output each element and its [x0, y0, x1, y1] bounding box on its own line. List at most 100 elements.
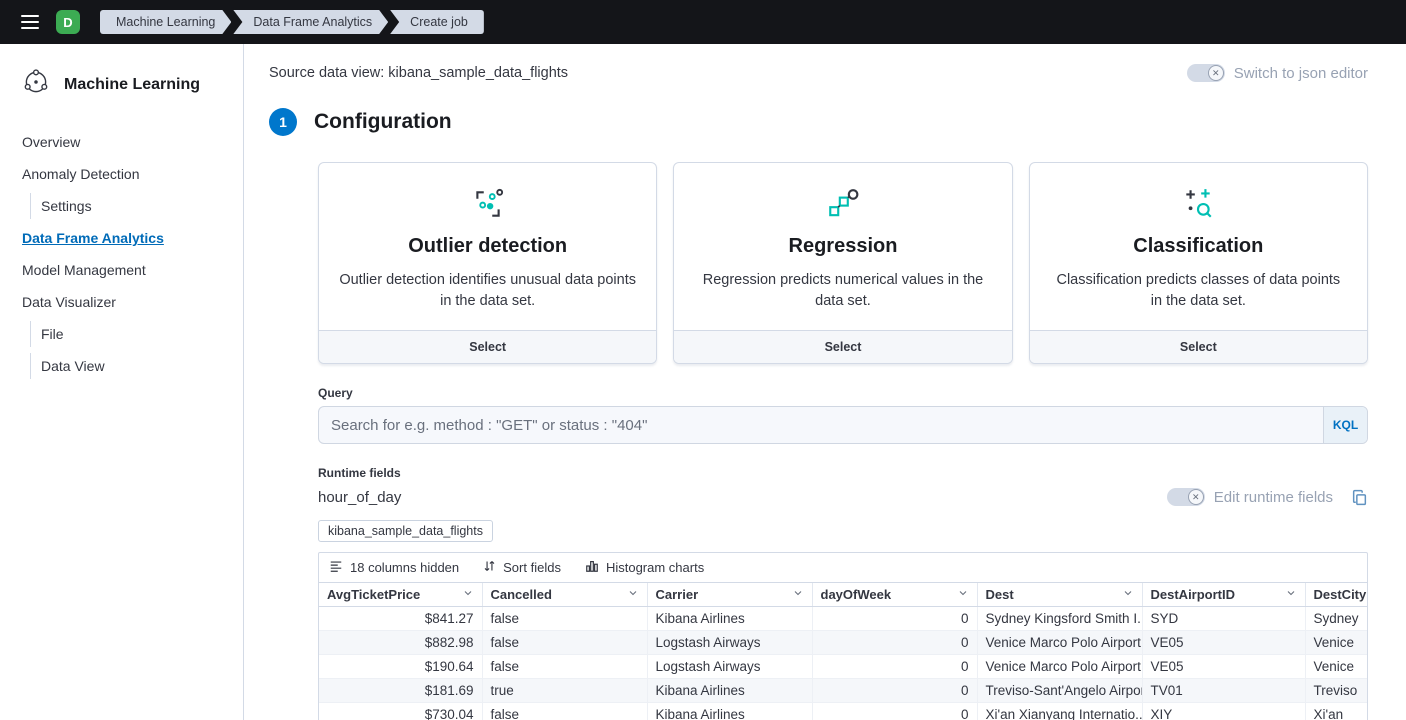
sort-fields-label: Sort fields [503, 560, 561, 575]
table-cell[interactable]: Sydney Kingsford Smith I... [977, 607, 1142, 631]
sidebar-item-settings[interactable]: Settings [30, 193, 229, 219]
histogram-charts-label: Histogram charts [606, 560, 704, 575]
table-cell[interactable]: TV01 [1142, 679, 1305, 703]
sidebar-nav: Overview Anomaly Detection Settings Data Fr… [22, 129, 229, 379]
copy-icon[interactable] [1351, 489, 1368, 506]
table-cell[interactable]: 0 [812, 679, 977, 703]
menu-icon[interactable] [12, 4, 48, 40]
select-classification-button[interactable]: Select [1030, 330, 1367, 363]
table-cell[interactable]: Venice [1305, 655, 1367, 679]
histogram-charts-button[interactable]: Histogram charts [585, 559, 704, 576]
table-cell[interactable]: $730.04 [319, 703, 482, 720]
table-cell[interactable]: false [482, 703, 647, 720]
table-cell[interactable]: Treviso [1305, 679, 1367, 703]
table-cell[interactable]: Xi'an Xianyang Internatio... [977, 703, 1142, 720]
table-cell[interactable]: $181.69 [319, 679, 482, 703]
query-search-input[interactable] [318, 406, 1368, 444]
table-cell[interactable]: Logstash Airways [647, 631, 812, 655]
column-header-label: AvgTicketPrice [327, 587, 420, 602]
sidebar-item-overview[interactable]: Overview [22, 129, 229, 155]
chevron-down-icon[interactable] [1122, 587, 1134, 602]
table-cell[interactable]: XIY [1142, 703, 1305, 720]
sidebar-item-anomaly-detection[interactable]: Anomaly Detection [22, 161, 229, 187]
select-regression-button[interactable]: Select [674, 330, 1011, 363]
table-cell[interactable]: 0 [812, 703, 977, 720]
table-cell[interactable]: true [482, 679, 647, 703]
table-cell[interactable]: 0 [812, 655, 977, 679]
breadcrumb-data-frame-analytics[interactable]: Data Frame Analytics [233, 10, 388, 34]
table-cell[interactable]: 0 [812, 607, 977, 631]
table-row: $841.27falseKibana Airlines0Sydney Kings… [319, 607, 1367, 631]
runtime-fields-label: Runtime fields [318, 466, 1368, 480]
edit-runtime-fields-switch[interactable]: ✕ [1167, 488, 1205, 506]
table-cell[interactable]: $882.98 [319, 631, 482, 655]
breadcrumb: Machine Learning Data Frame Analytics Cr… [100, 10, 484, 34]
table-cell[interactable]: false [482, 655, 647, 679]
sidebar-item-model-management[interactable]: Model Management [22, 257, 229, 283]
sort-fields-button[interactable]: Sort fields [483, 559, 561, 576]
table-cell[interactable]: SYD [1142, 607, 1305, 631]
sidebar-item-file[interactable]: File [30, 321, 229, 347]
data-grid-toolbar: 18 columns hidden Sort fields [319, 553, 1367, 582]
chevron-down-icon[interactable] [1285, 587, 1297, 602]
json-editor-toggle[interactable]: ✕ Switch to json editor [1187, 64, 1368, 82]
table-cell[interactable]: false [482, 607, 647, 631]
main-content: Source data view: kibana_sample_data_fli… [245, 44, 1406, 720]
edit-runtime-fields-label: Edit runtime fields [1214, 489, 1333, 506]
column-header-carrier[interactable]: Carrier [647, 583, 812, 607]
column-header-label: Cancelled [491, 587, 552, 602]
table-cell[interactable]: Xi'an [1305, 703, 1367, 720]
card-classification[interactable]: Classification Classification predicts c… [1029, 162, 1368, 364]
chevron-down-icon[interactable] [462, 587, 474, 602]
column-header-destairportid[interactable]: DestAirportID [1142, 583, 1305, 607]
json-editor-switch[interactable]: ✕ [1187, 64, 1225, 82]
table-cell[interactable]: Venice Marco Polo Airport [977, 631, 1142, 655]
edit-runtime-fields-toggle[interactable]: ✕ Edit runtime fields [1167, 488, 1333, 506]
sidebar-header: Machine Learning [22, 68, 229, 101]
table-cell[interactable]: false [482, 631, 647, 655]
table-cell[interactable]: Kibana Airlines [647, 703, 812, 720]
step-title: Configuration [314, 110, 452, 134]
table-cell[interactable]: Venice [1305, 631, 1367, 655]
column-header-cancelled[interactable]: Cancelled [482, 583, 647, 607]
column-header-avgticketprice[interactable]: AvgTicketPrice [319, 583, 482, 607]
table-cell[interactable]: Logstash Airways [647, 655, 812, 679]
table-cell[interactable]: Venice Marco Polo Airport [977, 655, 1142, 679]
table-cell[interactable]: Treviso-Sant'Angelo Airport [977, 679, 1142, 703]
table-cell[interactable]: Kibana Airlines [647, 679, 812, 703]
table-cell[interactable]: $190.64 [319, 655, 482, 679]
table-cell[interactable]: Sydney [1305, 607, 1367, 631]
runtime-field-value: hour_of_day [318, 489, 401, 506]
sidebar-item-data-visualizer[interactable]: Data Visualizer [22, 289, 229, 315]
space-avatar[interactable]: D [56, 10, 80, 34]
column-header-dayofweek[interactable]: dayOfWeek [812, 583, 977, 607]
column-header-destcityname[interactable]: DestCityName [1305, 583, 1367, 607]
chevron-down-icon[interactable] [957, 587, 969, 602]
column-header-label: DestAirportID [1151, 587, 1236, 602]
table-row: $882.98falseLogstash Airways0Venice Marc… [319, 631, 1367, 655]
column-header-dest[interactable]: Dest [977, 583, 1142, 607]
table-cell[interactable]: Kibana Airlines [647, 607, 812, 631]
table-cell[interactable]: VE05 [1142, 631, 1305, 655]
card-outlier-detection[interactable]: Outlier detection Outlier detection iden… [318, 162, 657, 364]
select-outlier-detection-button[interactable]: Select [319, 330, 656, 363]
chevron-down-icon[interactable] [792, 587, 804, 602]
table-cell[interactable]: 0 [812, 631, 977, 655]
table-cell[interactable]: $841.27 [319, 607, 482, 631]
columns-hidden-button[interactable]: 18 columns hidden [329, 559, 459, 576]
column-header-label: DestCityName [1314, 587, 1368, 602]
sidebar-item-data-frame-analytics[interactable]: Data Frame Analytics [22, 225, 229, 251]
histogram-icon [585, 559, 599, 576]
sort-icon [483, 559, 496, 576]
card-regression[interactable]: Regression Regression predicts numerical… [673, 162, 1012, 364]
sidebar-item-data-view[interactable]: Data View [30, 353, 229, 379]
column-header-label: Carrier [656, 587, 699, 602]
breadcrumb-create-job: Create job [390, 10, 484, 34]
breadcrumb-machine-learning[interactable]: Machine Learning [100, 10, 231, 34]
kql-language-button[interactable]: KQL [1323, 407, 1367, 443]
table-cell[interactable]: VE05 [1142, 655, 1305, 679]
switch-cross-icon: ✕ [1208, 65, 1224, 81]
chevron-down-icon[interactable] [627, 587, 639, 602]
grid-header-row: AvgTicketPriceCancelledCarrierdayOfWeekD… [319, 583, 1367, 607]
source-data-view-label: Source data view: kibana_sample_data_fli… [269, 65, 568, 81]
